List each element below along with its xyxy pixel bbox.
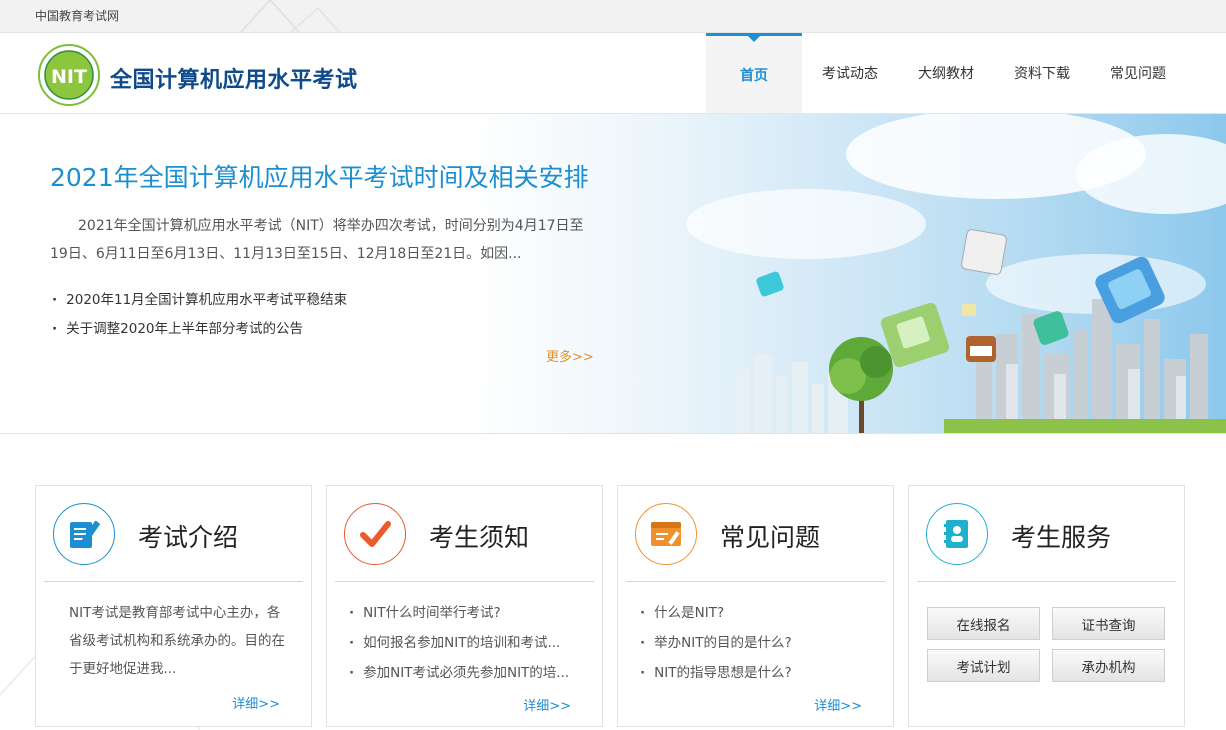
faq-list: 什么是NIT? 举办NIT的目的是什么? NIT的指导思想是什么?	[640, 598, 885, 688]
service-buttons: 在线报名 证书查询 考试计划 承办机构	[927, 607, 1167, 682]
card-title: 考生须知	[429, 523, 530, 552]
document-pen-icon	[53, 503, 115, 565]
info-cards: 考试介绍 NIT考试是教育部考试中心主办，各省级考试机构和系统承办的。目的在于更…	[35, 485, 1185, 730]
svg-text:NIT: NIT	[51, 66, 87, 88]
nit-logo[interactable]: NIT	[38, 44, 100, 106]
organizer-button[interactable]: 承办机构	[1052, 649, 1165, 682]
site-link[interactable]: 中国教育考试网	[35, 7, 119, 24]
contact-book-icon	[926, 503, 988, 565]
exam-schedule-button[interactable]: 考试计划	[927, 649, 1040, 682]
card-exam-intro: 考试介绍 NIT考试是教育部考试中心主办，各省级考试机构和系统承办的。目的在于更…	[35, 485, 312, 727]
more-news-link[interactable]: 更多>>	[546, 346, 594, 365]
notice-list: NIT什么时间举行考试? 如何报名参加NIT的培训和考试... 参加NIT考试必…	[349, 598, 594, 688]
list-item[interactable]: 什么是NIT?	[640, 598, 885, 628]
intro-detail-link[interactable]: 详细>>	[232, 693, 280, 712]
faq-detail-link[interactable]: 详细>>	[814, 695, 862, 714]
list-item[interactable]: 举办NIT的目的是什么?	[640, 628, 885, 658]
online-registration-button[interactable]: 在线报名	[927, 607, 1040, 640]
card-candidate-service: 考生服务 在线报名 证书查询 考试计划 承办机构	[908, 485, 1185, 727]
news-list: 2020年11月全国计算机应用水平考试平稳结束 关于调整2020年上半年部分考试…	[52, 286, 347, 344]
card-faq: 常见问题 什么是NIT? 举办NIT的目的是什么? NIT的指导思想是什么? 详…	[617, 485, 894, 727]
nav-downloads[interactable]: 资料下载	[994, 33, 1090, 113]
card-description: NIT考试是教育部考试中心主办，各省级考试机构和系统承办的。目的在于更好地促进我…	[69, 605, 285, 677]
header: NIT 全国计算机应用水平考试 首页 考试动态 大纲教材 资料下载 常见问题	[0, 33, 1226, 114]
list-item[interactable]: NIT什么时间举行考试?	[349, 598, 594, 628]
list-item[interactable]: NIT的指导思想是什么?	[640, 658, 885, 688]
card-title: 考试介绍	[138, 523, 239, 552]
card-title: 常见问题	[720, 523, 821, 552]
headline-link[interactable]: 2021年全国计算机应用水平考试时间及相关安排	[50, 158, 589, 194]
divider	[335, 581, 594, 582]
main-nav: 首页 考试动态 大纲教材 资料下载 常见问题	[706, 33, 1186, 113]
notice-detail-link[interactable]: 详细>>	[523, 695, 571, 714]
news-item[interactable]: 关于调整2020年上半年部分考试的公告	[52, 315, 347, 344]
list-item[interactable]: 如何报名参加NIT的培训和考试...	[349, 628, 594, 658]
news-item[interactable]: 2020年11月全国计算机应用水平考试平稳结束	[52, 286, 347, 315]
topbar-decoration	[239, 0, 341, 32]
divider	[44, 581, 303, 582]
list-item[interactable]: 参加NIT考试必须先参加NIT的培...	[349, 658, 594, 688]
nav-exam-news[interactable]: 考试动态	[802, 33, 898, 113]
divider	[626, 581, 885, 582]
certificate-query-button[interactable]: 证书查询	[1052, 607, 1165, 640]
nav-syllabus[interactable]: 大纲教材	[898, 33, 994, 113]
nav-faq[interactable]: 常见问题	[1090, 33, 1186, 113]
city-illustration	[576, 114, 1226, 433]
headline-summary: 2021年全国计算机应用水平考试（NIT）将举办四次考试，时间分别为4月17日至…	[50, 218, 584, 262]
top-bar: 中国教育考试网	[0, 0, 1226, 33]
divider	[917, 581, 1176, 582]
hero-banner: 2021年全国计算机应用水平考试时间及相关安排 2021年全国计算机应用水平考试…	[0, 114, 1226, 434]
nav-home[interactable]: 首页	[706, 33, 802, 113]
card-title: 考生服务	[1011, 523, 1112, 552]
browser-window-icon	[635, 503, 697, 565]
site-title: 全国计算机应用水平考试	[110, 68, 358, 93]
card-candidate-notice: 考生须知 NIT什么时间举行考试? 如何报名参加NIT的培训和考试... 参加N…	[326, 485, 603, 727]
checkmark-icon	[344, 503, 406, 565]
